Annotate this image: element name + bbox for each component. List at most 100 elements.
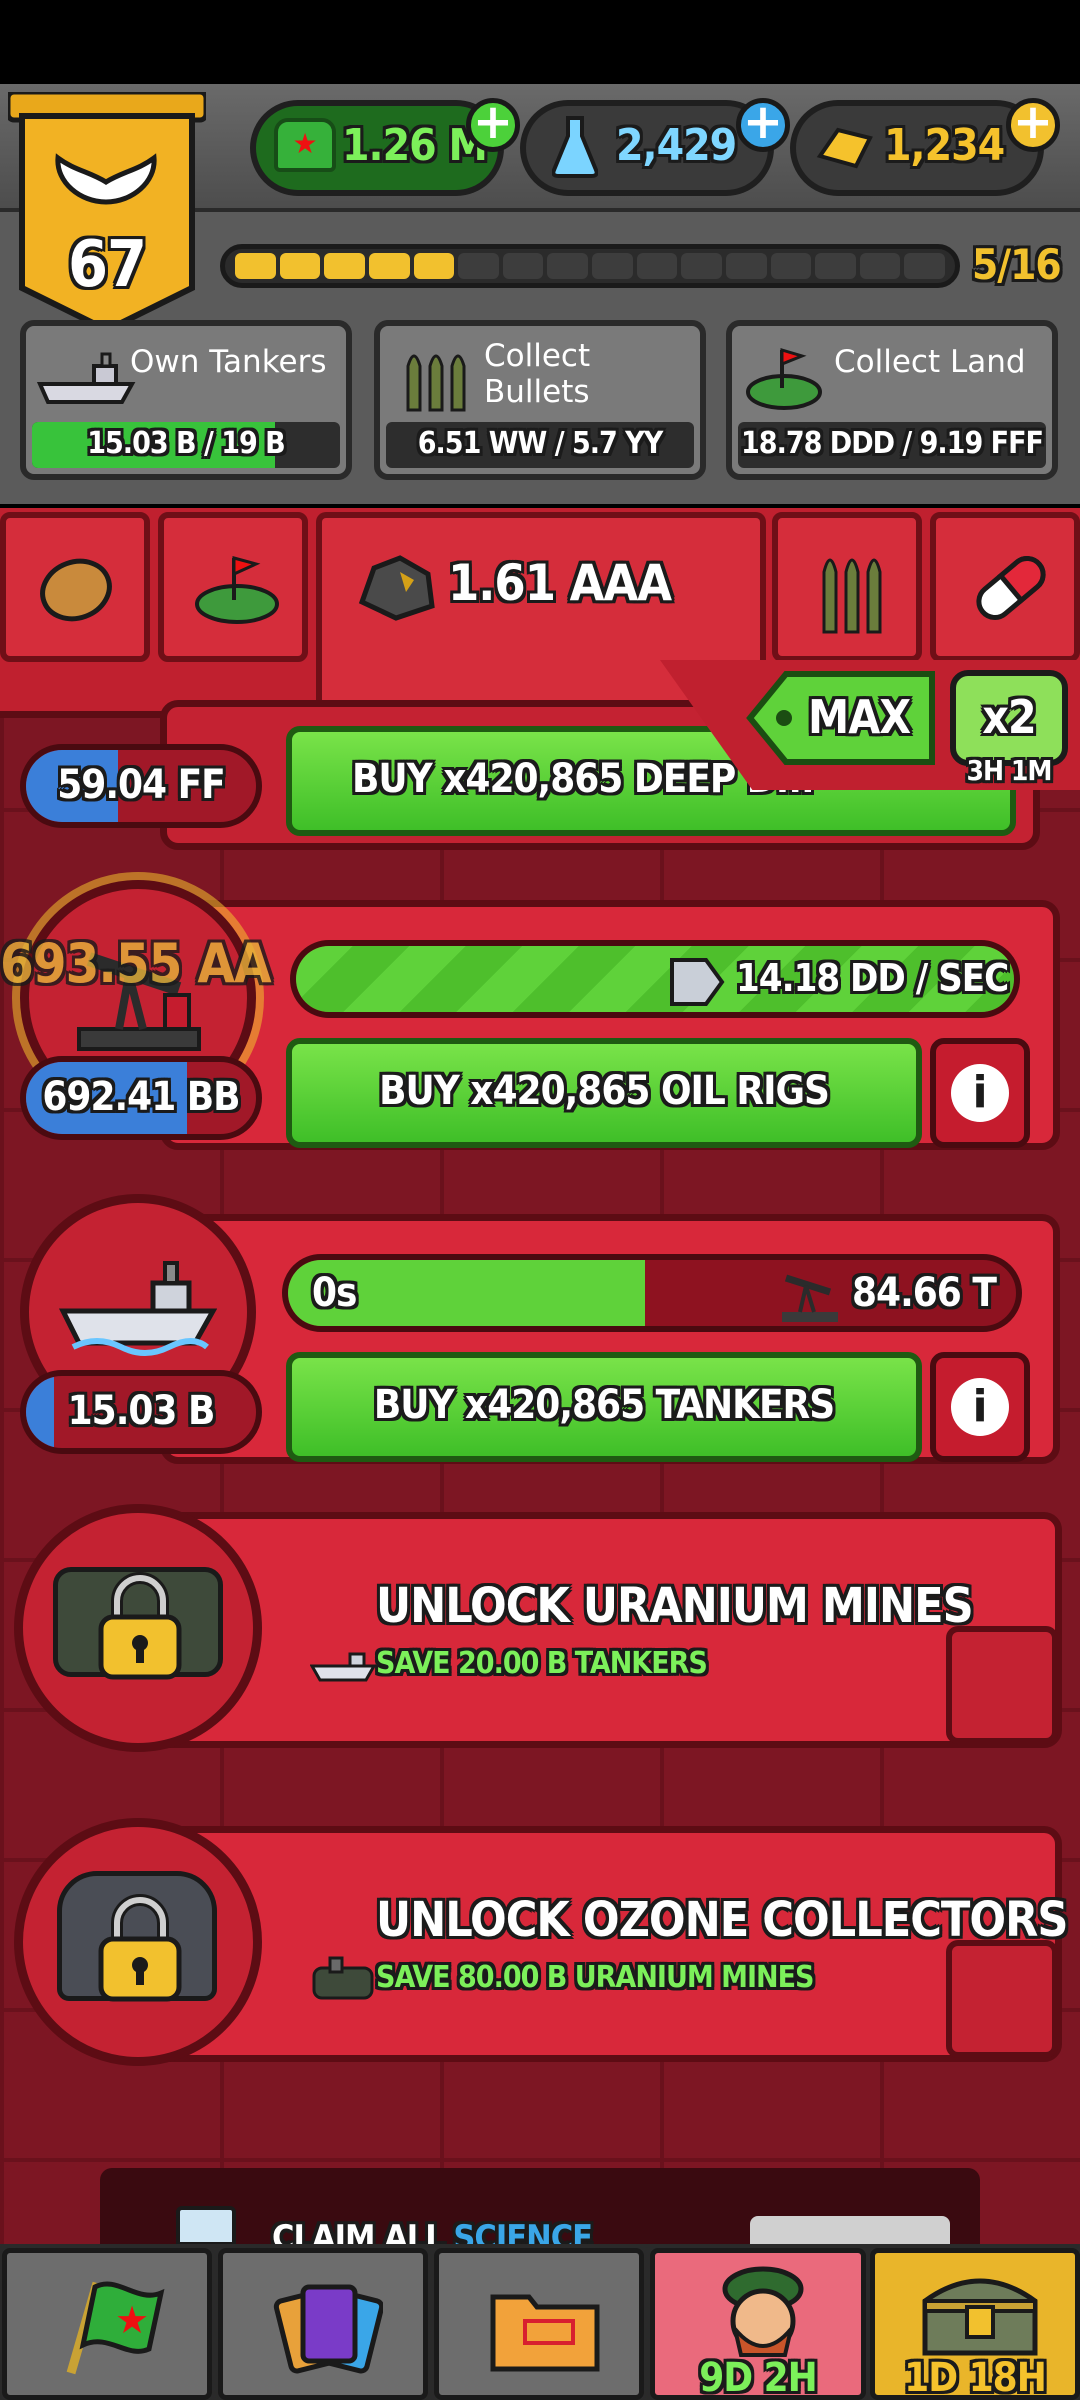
ozone-locked-circle (14, 1818, 262, 2066)
progress-segment (368, 253, 410, 279)
tanker-amount: 84.66 T (852, 1270, 997, 1316)
unlock-title: UNLOCK URANIUM MINES (376, 1578, 974, 1634)
army-cap-icon: ★ (274, 118, 336, 172)
progress-segment (413, 253, 455, 279)
floating-collect-amount: 693.55 AA (0, 932, 272, 995)
row-corner-plate (946, 1626, 1058, 1744)
folder-icon (485, 2273, 605, 2383)
progress-segment (859, 253, 901, 279)
counter-text: 59.04 FF (57, 762, 226, 808)
tanker-timer: 0s (312, 1270, 357, 1316)
nav-chest-button[interactable]: 1D 18H (870, 2248, 1080, 2400)
progress-segment (725, 253, 767, 279)
pill-icon (966, 548, 1056, 628)
land-flag-icon (744, 342, 824, 412)
tanker-ship-icon (36, 340, 136, 410)
cash-counter[interactable]: ★ 1.26 M (250, 100, 504, 196)
nav-generals-button[interactable]: 9D 2H (650, 2248, 866, 2400)
oil-rig-progress-bar: 14.18 DD / SEC (290, 940, 1020, 1018)
oil-rig-counter: 692.41 BB (20, 1056, 262, 1140)
counter-text: 15.03 B (67, 1388, 216, 1434)
progress-segment (502, 253, 544, 279)
progress-segment (815, 253, 856, 279)
tanker-counter: 15.03 B (20, 1370, 262, 1454)
add-cash-button[interactable]: + (466, 98, 520, 152)
general-portrait-icon (705, 2259, 821, 2363)
tanker-progress-bar: 0s 84.66 T (282, 1254, 1022, 1332)
tab-bullets[interactable] (772, 512, 922, 662)
counter-text: 692.41 BB (42, 1074, 240, 1120)
selected-resource-amount: 1.61 AAA (448, 554, 672, 612)
row-corner-plate (946, 1940, 1058, 2058)
nav-cards-button[interactable] (218, 2248, 428, 2400)
unlock-requirement: SAVE 80.00 B URANIUM MINES (376, 1960, 814, 1995)
x2-label: x2 (982, 690, 1036, 744)
progress-segment (592, 253, 633, 279)
x2-boost-button[interactable]: x2 (950, 670, 1068, 766)
buy-tankers-button[interactable]: BUY x420,865 TANKERS (286, 1352, 922, 1462)
padlock-icon (95, 1893, 185, 2003)
general-timer: 9D 2H (699, 2355, 818, 2400)
quest-label: Collect Bullets (484, 338, 591, 410)
science-counter[interactable]: 2,429 (520, 100, 774, 196)
bullets-icon (818, 542, 888, 634)
tab-land[interactable] (158, 512, 308, 662)
quest-own-tankers[interactable]: Own Tankers 15.03 B / 19 B (20, 320, 352, 480)
bullets-icon (402, 340, 472, 412)
info-icon: i (951, 1064, 1009, 1122)
max-buy-button[interactable]: MAX (746, 670, 936, 766)
level-progress-text: 5/16 (972, 240, 1062, 289)
deep-drill-counter: 59.04 FF (20, 744, 262, 828)
progress-segment (681, 253, 722, 279)
add-science-button[interactable]: + (736, 98, 790, 152)
quest-progress: 6.51 WW / 5.7 YY (417, 426, 663, 461)
gold-counter[interactable]: 1,234 (790, 100, 1044, 196)
quest-collect-bullets[interactable]: Collect Bullets 6.51 WW / 5.7 YY (374, 320, 706, 480)
progress-segment (547, 253, 588, 279)
quest-progress: 18.78 DDD / 9.19 FFF (741, 426, 1044, 461)
progress-segment (636, 253, 678, 279)
cash-amount: 1.26 M (342, 120, 488, 171)
max-label: MAX (808, 690, 911, 744)
progress-segment (279, 253, 321, 279)
progress-segment (458, 253, 499, 279)
oil-rig-info-button[interactable]: i (930, 1038, 1030, 1148)
potato-icon (36, 548, 116, 628)
oil-pump-icon (778, 1264, 842, 1326)
drill-bit-icon (666, 954, 726, 1010)
progress-segment (904, 253, 945, 279)
buy-label: BUY x420,865 OIL RIGS (379, 1068, 830, 1114)
gold-bar-icon (816, 122, 874, 172)
tab-potatoes[interactable] (0, 512, 150, 662)
flask-icon (551, 116, 599, 178)
buy-oil-rigs-button[interactable]: BUY x420,865 OIL RIGS (286, 1038, 922, 1148)
gold-amount: 1,234 (884, 120, 1005, 171)
info-icon: i (951, 1378, 1009, 1436)
progress-segment (324, 253, 365, 279)
level-number: 67 (67, 228, 147, 302)
cards-icon (273, 2273, 385, 2383)
padlock-icon (95, 1571, 185, 1681)
quest-progress: 15.03 B / 19 B (87, 426, 285, 461)
level-banner[interactable]: 67 (5, 89, 209, 336)
nav-missions-button[interactable] (434, 2248, 644, 2400)
treasure-chest-icon (915, 2261, 1045, 2361)
quest-label: Own Tankers (130, 344, 327, 380)
science-amount: 2,429 (616, 120, 737, 171)
tanker-ship-icon (57, 1249, 218, 1359)
land-flag-icon (192, 548, 282, 628)
status-bar (0, 0, 1080, 84)
quest-label: Collect Land (834, 344, 1026, 380)
boost-timer: 3H 1M (966, 754, 1053, 787)
tanker-ship-icon (309, 1642, 377, 1686)
add-gold-button[interactable]: + (1006, 98, 1060, 152)
unlock-requirement: SAVE 20.00 B TANKERS (376, 1646, 708, 1681)
tanker-info-button[interactable]: i (930, 1352, 1030, 1462)
quest-collect-land[interactable]: Collect Land 18.78 DDD / 9.19 FFF (726, 320, 1058, 480)
uranium-locked-circle (14, 1504, 262, 1752)
oil-rock-icon (356, 552, 436, 622)
nav-conquer-button[interactable]: ★ (2, 2248, 212, 2400)
wings-icon (50, 152, 162, 208)
unlock-title: UNLOCK OZONE COLLECTORS (376, 1892, 1068, 1948)
tab-medicine[interactable] (930, 512, 1080, 662)
